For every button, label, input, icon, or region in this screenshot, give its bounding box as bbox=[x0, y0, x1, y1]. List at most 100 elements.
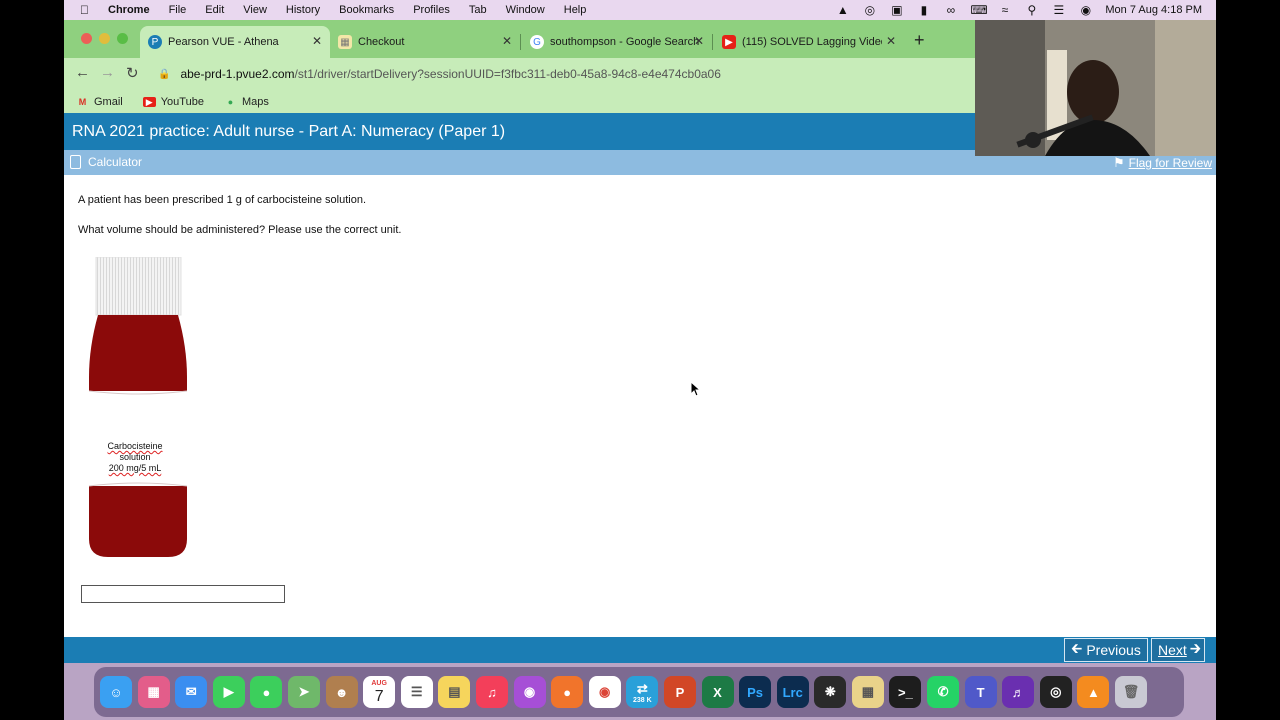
terminal-icon[interactable]: >_ bbox=[889, 676, 922, 708]
audio-icon[interactable]: ♬ bbox=[1002, 676, 1035, 708]
vlc-icon[interactable]: ▲ bbox=[1077, 676, 1110, 708]
bookmark-label: YouTube bbox=[160, 95, 204, 108]
photoshop-icon[interactable]: Ps bbox=[739, 676, 772, 708]
bookmark-gmail[interactable]: M Gmail bbox=[76, 96, 123, 108]
calendar-icon[interactable]: AUG 7 bbox=[363, 676, 396, 708]
minimize-window-icon[interactable] bbox=[99, 33, 110, 44]
music-icon[interactable]: ♫ bbox=[475, 676, 508, 708]
previous-label: Previous bbox=[1086, 642, 1141, 658]
control-center-icon[interactable]: ☰ bbox=[1051, 3, 1066, 17]
youtube-icon: ▶ bbox=[722, 35, 736, 49]
menu-profiles[interactable]: Profiles bbox=[413, 4, 450, 16]
tab-title: (115) SOLVED Lagging Videos bbox=[742, 36, 882, 48]
menu-help[interactable]: Help bbox=[564, 4, 587, 16]
messages-icon[interactable]: ● bbox=[250, 676, 283, 708]
keyboard-icon[interactable]: ⌨ bbox=[970, 3, 987, 17]
wifi-icon[interactable]: ≈ bbox=[997, 3, 1012, 17]
url-path: /st1/driver/startDelivery?sessionUUID=f3… bbox=[294, 67, 721, 81]
transfer-badge: 238 K bbox=[632, 696, 652, 704]
bottle-label-drug: Carbocisteine bbox=[107, 441, 163, 451]
chevron-right-icon: 🡲 bbox=[1189, 640, 1202, 656]
forward-icon[interactable]: → bbox=[100, 64, 115, 81]
next-button[interactable]: Next 🡲 bbox=[1151, 638, 1205, 662]
firefox-icon[interactable]: ● bbox=[551, 676, 584, 708]
bookmark-maps[interactable]: ● Maps bbox=[224, 96, 269, 108]
pearson-icon: P bbox=[148, 35, 162, 49]
contacts-icon[interactable]: ☻ bbox=[325, 676, 358, 708]
excel-icon[interactable]: X bbox=[701, 676, 734, 708]
battery-icon[interactable]: ▮ bbox=[916, 3, 931, 17]
close-tab-icon[interactable]: ✕ bbox=[886, 34, 896, 48]
menu-edit[interactable]: Edit bbox=[205, 4, 224, 16]
notes-icon[interactable]: ▤ bbox=[438, 676, 471, 708]
menu-bookmarks[interactable]: Bookmarks bbox=[339, 4, 394, 16]
zoom-window-icon[interactable] bbox=[117, 33, 128, 44]
chrome-icon[interactable]: ◉ bbox=[588, 676, 621, 708]
tab-youtube-video[interactable]: ▶ (115) SOLVED Lagging Videos ✕ bbox=[714, 26, 904, 58]
question-text: A patient has been prescribed 1 g of car… bbox=[78, 194, 367, 206]
tab-separator bbox=[520, 34, 521, 50]
calculator-button[interactable]: Calculator bbox=[70, 155, 142, 169]
bottle-label-strength: 200 mg/5 mL bbox=[108, 463, 162, 473]
close-tab-icon[interactable]: ✕ bbox=[502, 34, 512, 48]
flag-for-review-button[interactable]: ⚑ Flag for Review bbox=[1113, 155, 1212, 171]
search-icon[interactable]: ⚲ bbox=[1024, 3, 1039, 17]
launchpad-icon[interactable]: ▦ bbox=[137, 676, 170, 708]
next-label: Next bbox=[1158, 642, 1187, 658]
teams-icon[interactable]: T bbox=[964, 676, 997, 708]
menu-view[interactable]: View bbox=[243, 4, 267, 16]
chevron-left-icon: 🡰 bbox=[1071, 640, 1083, 656]
transfer-app-icon[interactable]: ⇄ 238 K bbox=[626, 676, 659, 708]
screen-mirror-icon[interactable]: ▣ bbox=[889, 3, 904, 17]
vlc-status-icon[interactable]: ▲ bbox=[835, 3, 850, 17]
transfer-glyph: ⇄ bbox=[636, 680, 648, 696]
tab-title: Pearson VUE - Athena bbox=[168, 36, 279, 48]
tab-checkout[interactable]: ▦ Checkout ✕ bbox=[330, 26, 521, 58]
bookmark-youtube[interactable]: ▶ YouTube bbox=[142, 95, 204, 108]
window-controls bbox=[81, 33, 128, 44]
lock-icon[interactable]: 🔒 bbox=[158, 69, 170, 80]
google-icon: G bbox=[530, 35, 544, 49]
davinci-icon[interactable]: ❋ bbox=[814, 676, 847, 708]
menu-tab[interactable]: Tab bbox=[469, 4, 487, 16]
menu-history[interactable]: History bbox=[286, 4, 320, 16]
lightroom-icon[interactable]: Lrc bbox=[776, 676, 809, 708]
bookmark-label: Gmail bbox=[94, 95, 123, 108]
siri-icon[interactable]: ◉ bbox=[1078, 3, 1093, 17]
tab-pearson-vue[interactable]: P Pearson VUE - Athena ✕ bbox=[140, 26, 330, 58]
menu-file[interactable]: File bbox=[169, 4, 187, 16]
podcasts-icon[interactable]: ◉ bbox=[513, 676, 546, 708]
answer-input[interactable] bbox=[81, 585, 285, 603]
reminders-icon[interactable]: ☰ bbox=[400, 676, 433, 708]
new-tab-icon[interactable]: + bbox=[914, 30, 925, 51]
whatsapp-icon[interactable]: ✆ bbox=[927, 676, 960, 708]
back-icon[interactable]: ← bbox=[75, 64, 90, 81]
close-tab-icon[interactable]: ✕ bbox=[312, 34, 322, 48]
trash-icon[interactable]: 🗑 bbox=[1115, 676, 1148, 708]
presenter-image bbox=[975, 20, 1216, 156]
clock[interactable]: Mon 7 Aug 4:18 PM bbox=[1105, 4, 1202, 16]
menu-app-chrome[interactable]: Chrome bbox=[108, 4, 150, 16]
apple-icon[interactable]:  bbox=[80, 3, 94, 17]
menu-window[interactable]: Window bbox=[506, 4, 545, 16]
exam-footer: 🡰 Previous Next 🡲 bbox=[64, 637, 1216, 663]
archive-icon[interactable]: ▦ bbox=[851, 676, 884, 708]
tab-separator bbox=[712, 34, 713, 50]
facetime-icon[interactable]: ▶ bbox=[212, 676, 245, 708]
link-icon[interactable]: ∞ bbox=[943, 3, 958, 17]
bluetooth-status-icon[interactable]: ◎ bbox=[862, 3, 877, 17]
finder-icon[interactable]: ☺ bbox=[100, 676, 132, 708]
close-tab-icon[interactable]: ✕ bbox=[694, 34, 704, 48]
bottle-label: Carbocisteine solution 200 mg/5 mL bbox=[92, 441, 178, 474]
powerpoint-icon[interactable]: P bbox=[663, 676, 696, 708]
maps-app-icon[interactable]: ➤ bbox=[287, 676, 320, 708]
tab-google-search[interactable]: G southompson - Google Search ✕ bbox=[522, 26, 713, 58]
close-window-icon[interactable] bbox=[81, 33, 92, 44]
reload-icon[interactable]: ↻ bbox=[126, 64, 139, 82]
obs-icon[interactable]: ◎ bbox=[1039, 676, 1072, 708]
status-area: ▲ ◎ ▣ ▮ ∞ ⌨ ≈ ⚲ ☰ ◉ Mon 7 Aug 4:18 PM bbox=[835, 0, 1202, 20]
tab-title: Checkout bbox=[358, 36, 405, 48]
mail-icon[interactable]: ✉ bbox=[175, 676, 208, 708]
mouse-cursor-icon bbox=[690, 381, 700, 397]
previous-button[interactable]: 🡰 Previous bbox=[1064, 638, 1148, 662]
